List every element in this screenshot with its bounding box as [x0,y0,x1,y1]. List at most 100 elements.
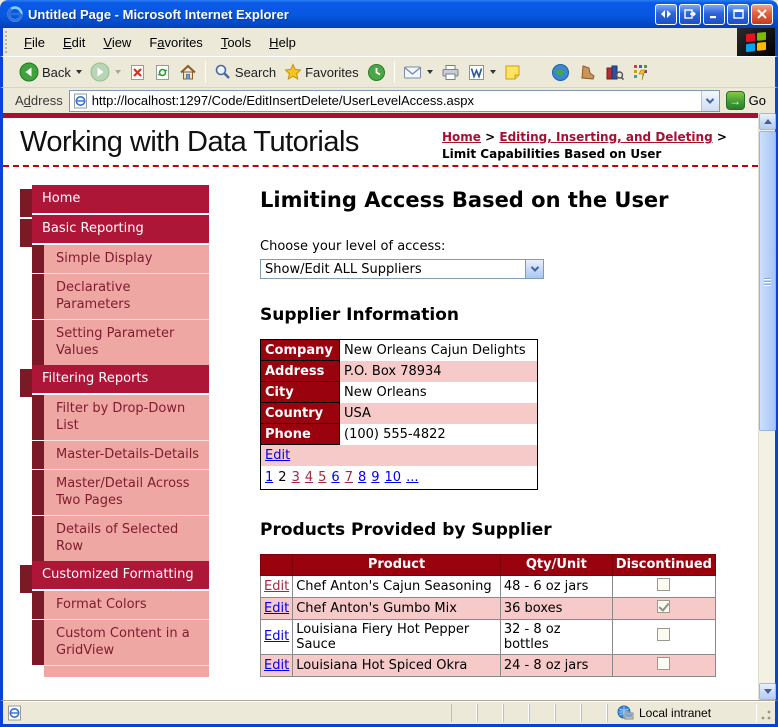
discontinued-checkbox[interactable] [657,656,671,670]
pager-page-6[interactable]: 6 [331,470,339,485]
address-dropdown-button[interactable] [700,90,719,111]
security-zone: Local intranet [607,703,757,722]
menu-drag-handle[interactable] [5,31,13,53]
select-dropdown-button[interactable] [525,260,543,278]
messenger-button[interactable] [628,61,654,83]
home-button[interactable] [175,62,201,83]
refresh-icon [154,64,171,81]
sidebar-item-filter-by-dropdown-list[interactable]: Filter by Drop-Down List [32,395,209,440]
discontinued-checkbox[interactable] [657,628,671,641]
forward-button[interactable] [86,60,125,84]
select-value: Show/Edit ALL Suppliers [265,261,422,277]
discontinued-checkbox[interactable] [657,577,671,591]
favorites-button[interactable]: Favorites [280,61,362,83]
products-grid: Product Qty/Unit Discontinued Edit Chef … [259,553,717,677]
header-row: Product Qty/Unit Discontinued [259,553,717,576]
sidebar-item-basic-reporting[interactable]: Basic Reporting [20,215,209,247]
pager-page-9[interactable]: 9 [371,470,379,485]
go-button[interactable]: → Go [720,90,772,111]
arrow-down-icon [763,689,772,694]
sidebar-nav: Home Basic Reporting Simple Display Decl… [3,185,209,677]
globe-icon [551,63,570,82]
scroll-down-button[interactable] [759,683,776,700]
print-button[interactable] [437,62,464,83]
minimize-button[interactable] [703,3,725,25]
print-icon [441,64,460,81]
sidebar-item-setting-parameter-values[interactable]: Setting Parameter Values [32,319,209,365]
pager-page-5[interactable]: 5 [318,470,326,485]
sidebar-item-partial[interactable] [44,665,209,677]
menu-edit[interactable]: Edit [54,32,94,53]
breadcrumb-current: Limit Capabilities Based on User [442,147,662,161]
pager-row: 1 2 3 4 5 6 7 8 9 10... [261,466,538,490]
sidebar-item-details-of-selected-row[interactable]: Details of Selected Row [32,515,209,561]
back-dropdown-icon [75,70,82,74]
pager-page-10[interactable]: 10 [385,470,402,485]
scroll-up-button[interactable] [759,113,776,130]
forward-icon [90,62,110,82]
mail-button[interactable] [399,63,437,82]
access-level-select[interactable]: Show/Edit ALL Suppliers [260,259,544,279]
research-button[interactable] [601,62,628,83]
scrollbar-thumb[interactable] [759,131,776,431]
supplier-details-table: Company New Orleans Cajun Delights Addre… [260,339,538,490]
breadcrumb-section-link[interactable]: Editing, Inserting, and Deleting [499,130,712,144]
pager-ellipsis[interactable]: ... [406,470,418,485]
table-row: Country USA [260,402,538,424]
thumb-grip-icon [764,277,771,285]
window-arrows-button[interactable] [655,3,677,25]
sidebar-item-format-colors[interactable]: Format Colors [32,591,209,619]
breadcrumb-home-link[interactable]: Home [442,130,481,144]
content-frame: Working with Data Tutorials Home > Editi… [0,113,778,700]
msn-globe-button[interactable] [547,61,574,84]
table-row: Edit [260,444,538,466]
mail-dropdown-icon [426,70,433,74]
supplier-edit-link[interactable]: Edit [265,448,290,463]
web-assistant-button[interactable] [574,62,601,83]
window-popout-button[interactable] [679,3,701,25]
page-title: Limiting Access Based on the User [260,188,669,212]
menu-view[interactable]: View [94,32,140,53]
vertical-scrollbar[interactable] [758,113,776,700]
pager-page-7[interactable]: 7 [345,470,353,485]
edit-in-word-button[interactable] [464,62,500,83]
sidebar-item-home[interactable]: Home [20,185,209,217]
menu-favorites[interactable]: Favorites [140,32,211,53]
maximize-button[interactable] [727,3,749,25]
products-section-title: Products Provided by Supplier [260,519,552,540]
product-edit-link[interactable]: Edit [264,629,289,644]
product-edit-link[interactable]: Edit [264,579,289,594]
back-button[interactable]: Back [15,60,86,84]
sidebar-item-simple-display[interactable]: Simple Display [32,245,209,273]
refresh-button[interactable] [150,62,175,83]
pager-page-8[interactable]: 8 [358,470,366,485]
sidebar-item-master-details-details[interactable]: Master-Details-Details [32,440,209,469]
pager-page-1[interactable]: 1 [265,470,273,485]
sidebar-item-filtering-reports[interactable]: Filtering Reports [20,365,209,397]
stop-button[interactable] [125,62,150,83]
breadcrumb: Home > Editing, Inserting, and Deleting … [442,130,727,161]
sidebar-item-custom-content-gridview[interactable]: Custom Content in a GridView [32,619,209,665]
table-row: Address P.O. Box 78934 [260,360,538,382]
discuss-button[interactable] [500,62,525,83]
table-row: City New Orleans [260,381,538,403]
menu-tools[interactable]: Tools [212,32,260,53]
pager-page-3[interactable]: 3 [292,470,300,485]
url-text: http://localhost:1297/Code/EditInsertDel… [91,93,474,108]
close-button[interactable] [751,3,773,25]
menu-help[interactable]: Help [260,32,305,53]
word-dropdown-icon [489,70,496,74]
sidebar-item-customized-formatting[interactable]: Customized Formatting [20,561,209,593]
resize-grip[interactable] [757,703,773,722]
menu-file[interactable]: File [15,32,54,53]
product-edit-link[interactable]: Edit [264,658,289,673]
product-edit-link[interactable]: Edit [264,601,289,616]
search-button[interactable]: Search [210,61,280,83]
pager-page-4[interactable]: 4 [305,470,313,485]
address-input[interactable]: http://localhost:1297/Code/EditInsertDel… [68,89,720,112]
sidebar-item-declarative-parameters[interactable]: Declarative Parameters [32,273,209,319]
sidebar-item-master-detail-across-two-pages[interactable]: Master/Detail Across Two Pages [32,469,209,515]
word-icon [468,64,485,81]
discontinued-checkbox[interactable] [657,599,671,613]
history-button[interactable] [363,61,390,84]
